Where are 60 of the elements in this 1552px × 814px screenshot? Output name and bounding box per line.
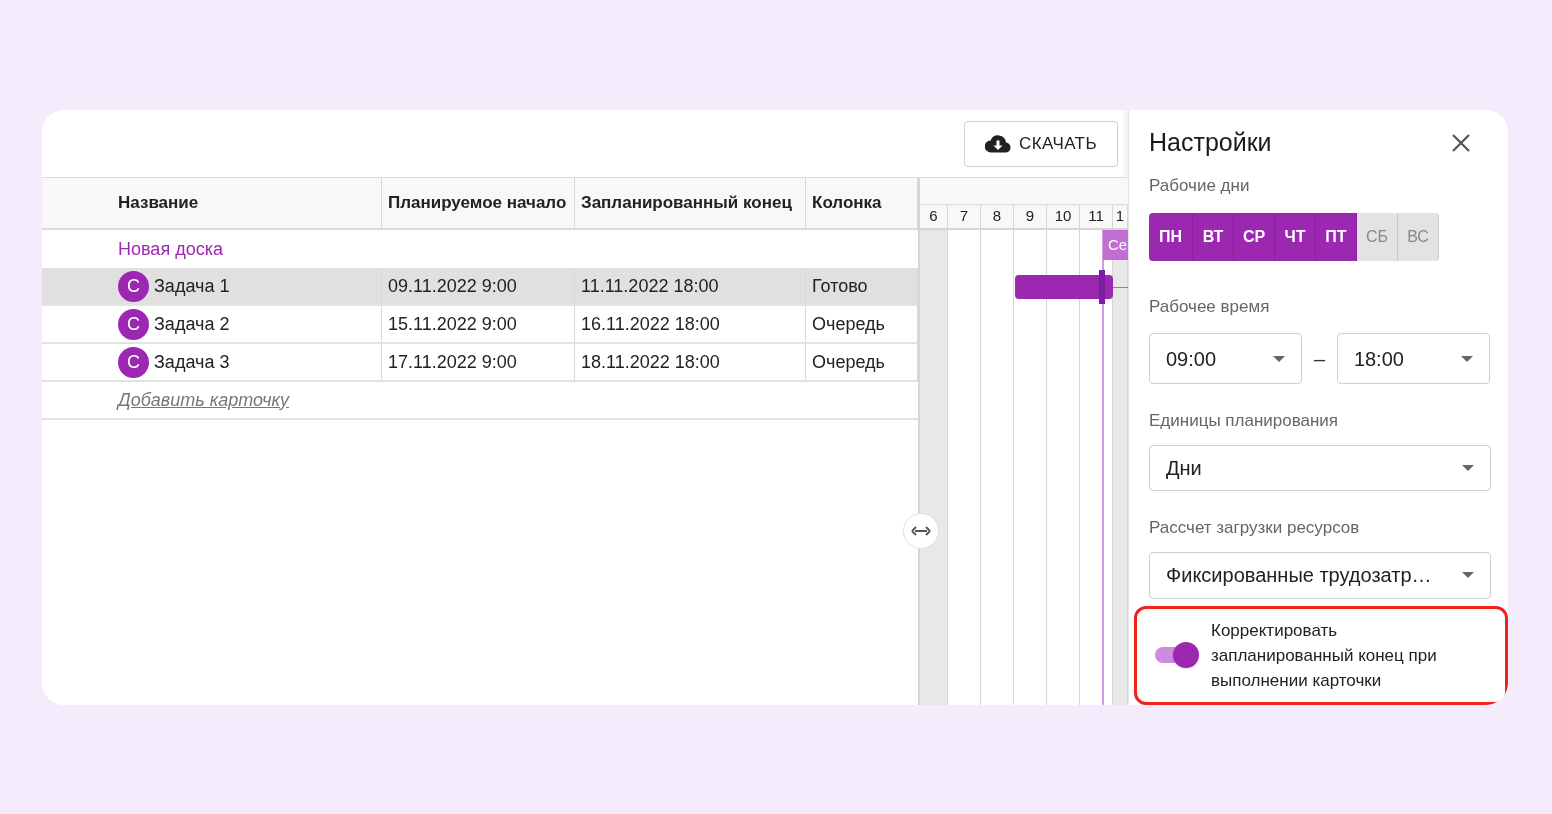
toggle-switch[interactable]: [1153, 642, 1199, 669]
horizontal-arrows-icon: [911, 526, 931, 536]
table-cell-text: 17.11.2022 9:00: [388, 350, 517, 374]
weekday-toggle[interactable]: ПН: [1149, 212, 1193, 261]
avatar: С: [118, 346, 149, 378]
weekday-toggle[interactable]: ПТ: [1316, 212, 1357, 261]
column-header: Название: [118, 192, 199, 215]
units-select[interactable]: Дни: [1149, 444, 1491, 492]
caret-icon: [1461, 355, 1473, 362]
time-select[interactable]: 18:00: [1336, 333, 1490, 384]
close-icon[interactable]: [1452, 134, 1470, 152]
toggle-label: Корректировать запланированный конец при выполнении карточки: [1211, 619, 1438, 692]
day-label: 6: [929, 206, 938, 227]
time-select[interactable]: 09:00: [1149, 333, 1303, 384]
field-label: Рассчет загрузки ресурсов: [1149, 517, 1361, 540]
table-cell-text: Очередь: [812, 312, 885, 336]
table-cell-text: 15.11.2022 9:00: [388, 312, 517, 336]
weekday-toggle[interactable]: СР: [1234, 212, 1275, 261]
day-label: 7: [959, 206, 969, 227]
day-label: 9: [1025, 206, 1035, 227]
weekday-toggle[interactable]: ВТ: [1193, 212, 1234, 261]
weekday-toggle[interactable]: ЧТ: [1275, 212, 1316, 261]
table-cell-text: 18.11.2022 18:00: [581, 350, 720, 374]
resize-handle[interactable]: [903, 513, 939, 549]
column-header: Планируемое начало: [388, 192, 567, 215]
task-name: Задача 2: [154, 312, 230, 336]
column-header: Запланированный конец: [581, 192, 792, 215]
field-label: Рабочие дни: [1149, 175, 1251, 197]
task-name: Задача 1: [154, 274, 230, 298]
day-label: 10: [1054, 206, 1072, 227]
table-cell-text: Готово: [812, 274, 868, 298]
field-label: Рабочее время: [1149, 295, 1271, 318]
table-cell-text: 16.11.2022 18:00: [581, 312, 720, 336]
day-label: 8: [992, 206, 1002, 227]
today-label: Се: [1103, 230, 1128, 260]
load-select[interactable]: Фиксированные трудозатр…: [1149, 551, 1491, 599]
table-cell-text: 11.11.2022 18:00: [581, 274, 719, 298]
avatar: С: [118, 270, 149, 302]
panel-title: Настройки: [1149, 127, 1272, 159]
day-label: 11: [1088, 206, 1104, 227]
table-cell-text: 09.11.2022 9:00: [388, 274, 517, 298]
dependency-line: [1113, 287, 1128, 288]
column-header: Колонка: [812, 192, 882, 215]
avatar: С: [118, 308, 149, 340]
caret-icon: [1462, 464, 1474, 471]
caret-icon: [1273, 355, 1286, 362]
task-row[interactable]: С Задача 1 09.11.2022 9:00 11.11.2022 18:00 Готово: [42, 268, 918, 306]
group-title: Новая доска: [118, 237, 223, 261]
task-row[interactable]: С Задача 3 17.11.2022 9:00 18.11.2022 18:00 Очередь: [42, 344, 918, 382]
download-button[interactable]: СКАЧАТЬ: [963, 120, 1118, 167]
add-card-link[interactable]: Добавить карточку: [118, 386, 290, 414]
caret-icon: [1462, 572, 1474, 579]
cloud-download-icon: [984, 134, 1011, 153]
table-cell-text: Очередь: [812, 350, 885, 374]
field-label: Единицы планирования: [1149, 410, 1340, 432]
task-row[interactable]: С Задача 2 15.11.2022 9:00 16.11.2022 18:00 Очередь: [42, 306, 918, 344]
bar-handle[interactable]: [1099, 270, 1105, 304]
day-label: 1: [1115, 206, 1125, 227]
time-separator: –: [1312, 346, 1327, 372]
task-name: Задача 3: [154, 350, 230, 374]
